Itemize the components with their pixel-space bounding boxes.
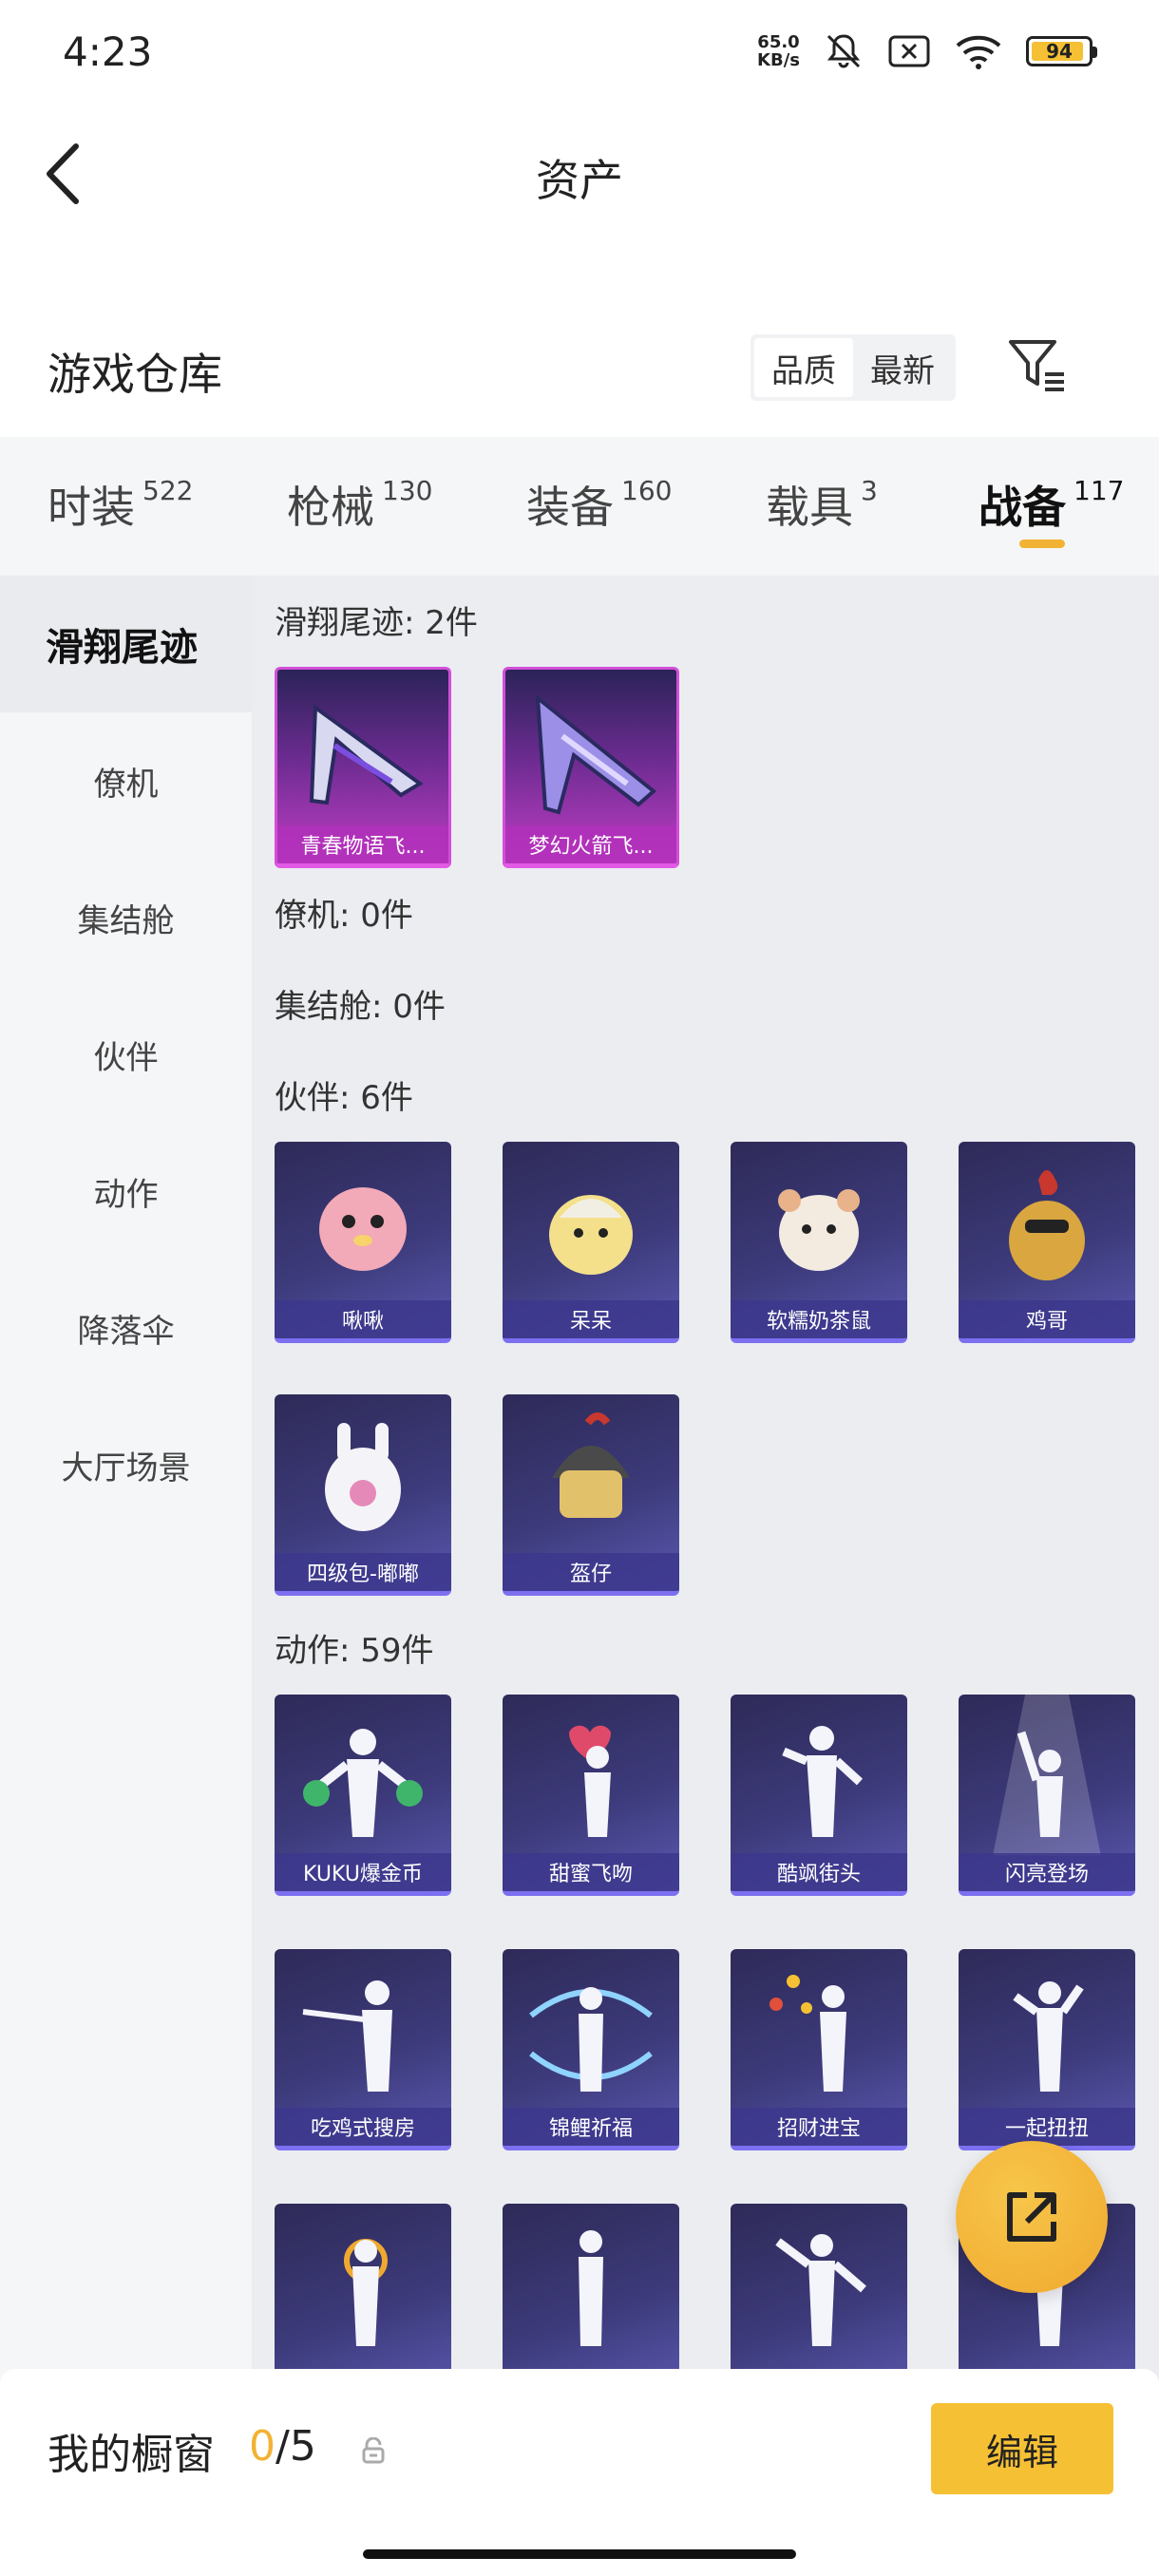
- tab-weapons[interactable]: 枪械 130: [287, 473, 432, 536]
- sidebar-item-capsule[interactable]: 集结舱: [0, 849, 252, 986]
- sidebar: 滑翔尾迹 僚机 集结舱 伙伴 动作 降落伞 大厅场景: [0, 576, 252, 2380]
- lock-icon: [362, 2437, 385, 2464]
- item-card[interactable]: 闪亮登场: [959, 1695, 1135, 1896]
- item-label: 招财进宝: [731, 2108, 907, 2146]
- emote-image: [302, 1980, 392, 2092]
- battery-indicator: 94: [1026, 36, 1097, 66]
- emote-image: [1013, 1981, 1084, 2092]
- tab-vehicles[interactable]: 载具 3: [766, 473, 878, 536]
- glide-section-title: 滑翔尾迹: 2件: [275, 604, 478, 642]
- status-time: 4:23: [63, 28, 153, 75]
- item-label: KUKU爆金币: [275, 1853, 451, 1891]
- item-card[interactable]: 软糯奶茶鼠: [731, 1142, 907, 1343]
- partner-image: [552, 1412, 630, 1518]
- showcase-label: 我的橱窗: [48, 2431, 215, 2479]
- wingman-section-title: 僚机: 0件: [275, 897, 413, 935]
- status-icons: 65.0 KB/s 94: [757, 30, 1097, 72]
- emote-image: [344, 2239, 388, 2346]
- emote-image: [579, 2230, 603, 2346]
- item-label: 呆呆: [503, 1300, 679, 1338]
- partner-section-title: 伙伴: 6件: [275, 1079, 413, 1117]
- external-link-icon: [1007, 2192, 1056, 2242]
- item-label: 一起扭扭: [959, 2108, 1135, 2146]
- item-label: 梦幻火箭飞...: [505, 825, 676, 863]
- item-card[interactable]: 锦鲤祈福: [503, 1949, 679, 2150]
- item-card[interactable]: 梦幻火箭飞...: [503, 667, 679, 868]
- item-card[interactable]: 鸡哥: [959, 1142, 1135, 1343]
- page-title: 资产: [536, 155, 623, 206]
- sidebar-item-parachute[interactable]: 降落伞: [0, 1260, 252, 1396]
- item-card[interactable]: 酷飒街头: [731, 1695, 907, 1896]
- emote-section-title: 动作: 59件: [275, 1632, 434, 1670]
- partner-image: [778, 1189, 860, 1271]
- home-indicator[interactable]: [363, 2549, 796, 2559]
- sort-toggle: 品质 最新: [750, 334, 956, 401]
- item-label: 吃鸡式搜房: [275, 2108, 451, 2146]
- item-card[interactable]: 甜蜜飞吻: [503, 1695, 679, 1896]
- item-label: 酷飒街头: [731, 1853, 907, 1891]
- item-card[interactable]: 啾啾: [275, 1142, 451, 1343]
- item-label: 啾啾: [275, 1300, 451, 1338]
- emote-image: [303, 1729, 423, 1837]
- no-sim-icon: [888, 35, 930, 67]
- partner-image: [325, 1423, 401, 1531]
- emote-image: [993, 1695, 1101, 1856]
- item-label: 青春物语飞...: [277, 825, 448, 863]
- network-speed: 65.0 KB/s: [757, 32, 800, 70]
- item-grid-panel: 滑翔尾迹: 2件 青春物语飞... 梦幻火箭飞... 僚机: 0件 集结舱: 0…: [252, 576, 1159, 2380]
- item-card[interactable]: 盔仔: [503, 1394, 679, 1596]
- item-label: 锦鲤祈福: [503, 2108, 679, 2146]
- sidebar-item-emote[interactable]: 动作: [0, 1123, 252, 1260]
- section-title: 游戏仓库: [48, 349, 222, 400]
- sidebar-item-partner[interactable]: 伙伴: [0, 986, 252, 1123]
- item-card[interactable]: 呆呆: [503, 1142, 679, 1343]
- item-label: 闪亮登场: [959, 1853, 1135, 1891]
- tab-battle-prep[interactable]: 战备 117: [978, 473, 1124, 536]
- share-button[interactable]: [956, 2141, 1108, 2293]
- tab-equipment[interactable]: 装备 160: [526, 473, 672, 536]
- emote-image: [569, 1725, 611, 1837]
- emote-image: [529, 1987, 653, 2092]
- active-tab-indicator: [1019, 540, 1065, 548]
- sort-quality-button[interactable]: 品质: [754, 338, 853, 397]
- item-label: 盔仔: [503, 1553, 679, 1591]
- edit-button[interactable]: 编辑: [931, 2403, 1113, 2494]
- capsule-section-title: 集结舱: 0件: [275, 988, 446, 1026]
- partner-image: [1009, 1170, 1085, 1280]
- mute-icon: [826, 34, 861, 68]
- showcase-count: 0/5: [249, 2422, 316, 2471]
- item-label: 软糯奶茶鼠: [731, 1300, 907, 1338]
- partner-image: [319, 1187, 407, 1271]
- sidebar-item-lobby-scene[interactable]: 大厅场景: [0, 1396, 252, 1533]
- sidebar-item-wingman[interactable]: 僚机: [0, 712, 252, 849]
- glider-image: [309, 704, 424, 805]
- item-card[interactable]: 一起扭扭: [959, 1949, 1135, 2150]
- item-label: 鸡哥: [959, 1300, 1135, 1338]
- filter-icon[interactable]: [1005, 334, 1068, 397]
- status-bar: 4:23 65.0 KB/s 94: [0, 0, 1159, 104]
- tab-fashion[interactable]: 时装 522: [48, 473, 193, 536]
- item-label: 四级包-嘟嘟: [275, 1553, 451, 1591]
- item-card[interactable]: 青春物语飞...: [275, 667, 451, 868]
- wifi-icon: [956, 35, 1001, 69]
- sidebar-item-glide-trail[interactable]: 滑翔尾迹: [0, 576, 252, 712]
- emote-image: [770, 1975, 846, 2092]
- item-card[interactable]: [275, 2204, 451, 2380]
- item-card[interactable]: [503, 2204, 679, 2380]
- item-card[interactable]: 招财进宝: [731, 1949, 907, 2150]
- category-tabs: 时装 522 枪械 130 装备 160 载具 3 战备 117: [0, 437, 1159, 576]
- showcase-bar: 我的橱窗 0/5 编辑: [0, 2369, 1159, 2576]
- emote-image: [775, 2234, 866, 2346]
- item-card[interactable]: [731, 2204, 907, 2380]
- item-label: 甜蜜飞吻: [503, 1853, 679, 1891]
- item-card[interactable]: 四级包-嘟嘟: [275, 1394, 451, 1596]
- item-card[interactable]: 吃鸡式搜房: [275, 1949, 451, 2150]
- item-card[interactable]: KUKU爆金币: [275, 1695, 451, 1896]
- emote-image: [782, 1726, 864, 1837]
- glider-image: [535, 693, 657, 815]
- sort-newest-button[interactable]: 最新: [853, 338, 952, 397]
- partner-image: [549, 1195, 633, 1275]
